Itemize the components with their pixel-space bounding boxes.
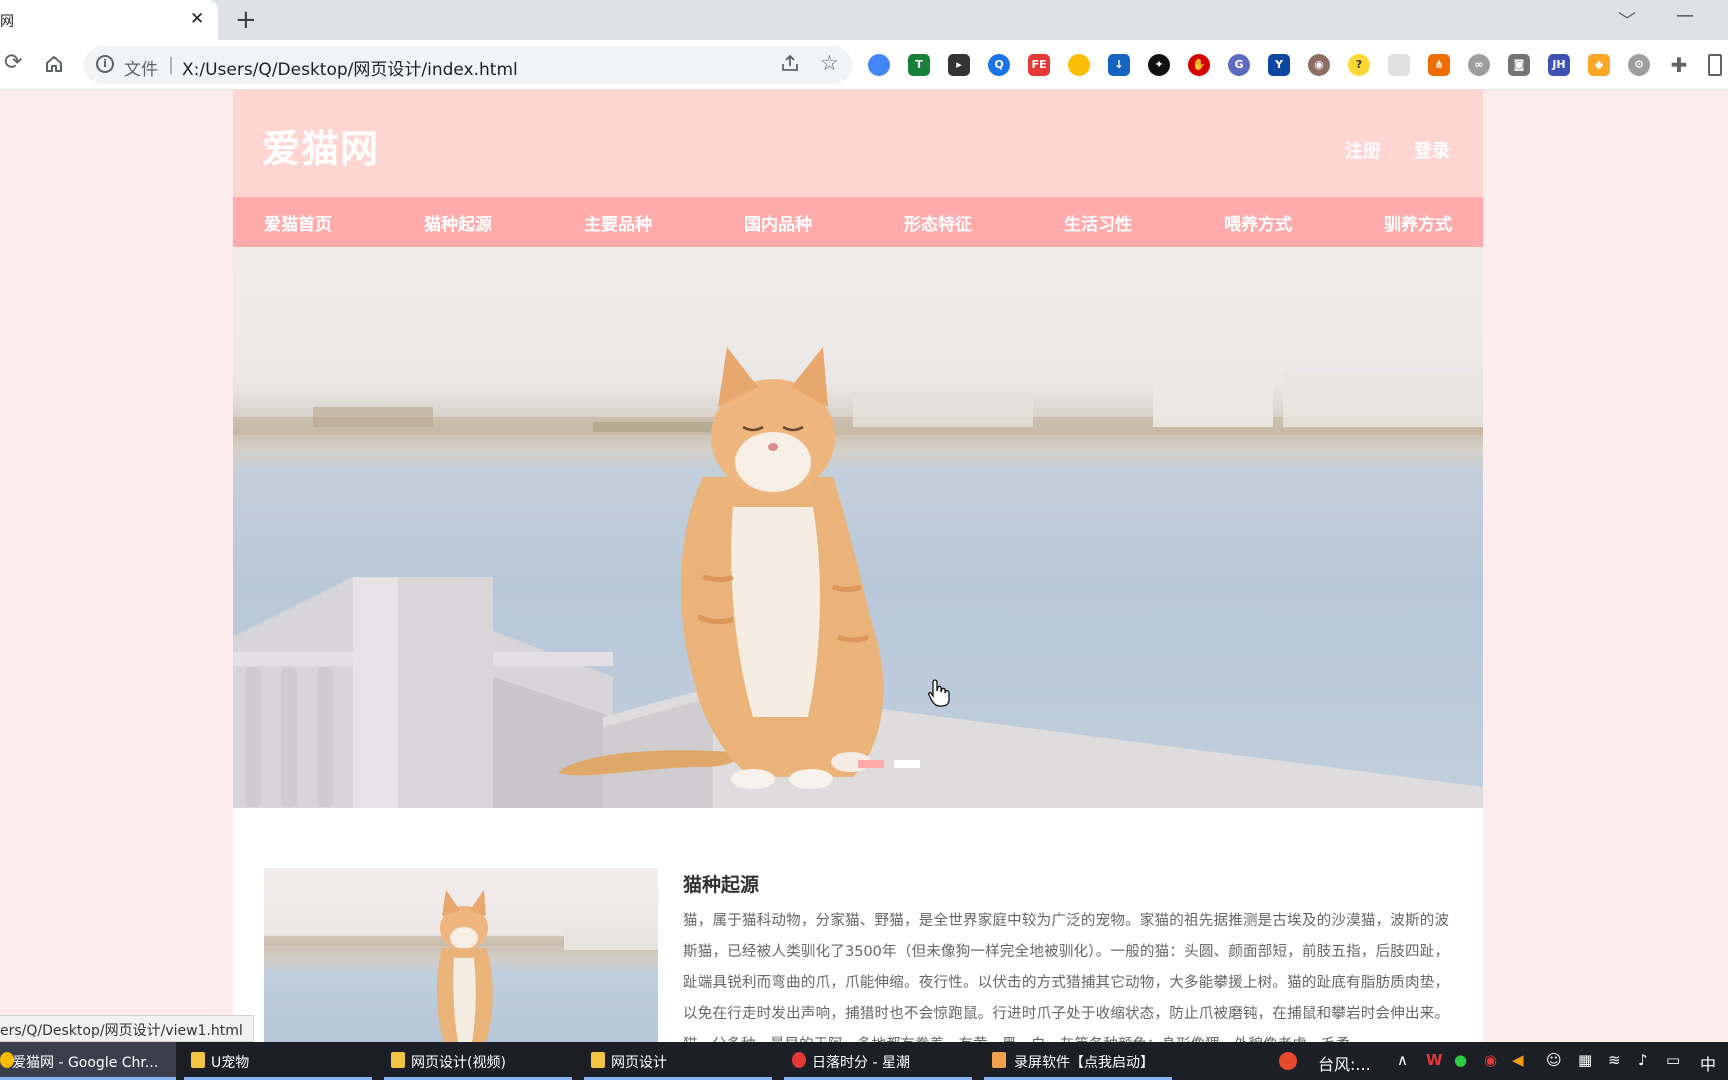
address-bar[interactable]: i 文件 | X:/Users/Q/Desktop/网页设计/index.htm… bbox=[84, 46, 852, 84]
bookmark-star-icon[interactable]: ☆ bbox=[820, 51, 839, 75]
banner-cat-photo bbox=[233, 347, 1483, 808]
taskbar-item-u-pet[interactable]: U宠物 bbox=[184, 1042, 372, 1080]
hand-cursor-icon bbox=[928, 679, 950, 707]
folder-icon bbox=[591, 1052, 605, 1068]
folder-icon bbox=[191, 1052, 205, 1068]
extension-search-icon[interactable]: Q bbox=[988, 54, 1010, 76]
article-body: 猫，属于猫科动物，分家猫、野猫，是全世界家庭中较为广泛的宠物。家猫的祖先据推测是… bbox=[683, 913, 1449, 1042]
login-link[interactable]: 登录 bbox=[1414, 137, 1450, 163]
qq-tray-icon[interactable]: ☺ bbox=[1546, 1051, 1562, 1069]
taskbar-item-web-design[interactable]: 网页设计 bbox=[584, 1042, 772, 1080]
taskbar-label: U宠物 bbox=[211, 1055, 250, 1071]
site-logo[interactable]: 爱猫网 bbox=[262, 118, 379, 173]
share-icon[interactable] bbox=[780, 53, 800, 73]
nav-item-feeding[interactable]: 喂养方式 bbox=[1224, 210, 1292, 235]
extension-dark-icon[interactable]: ▸ bbox=[948, 54, 970, 76]
nav-item-habits[interactable]: 生活习性 bbox=[1064, 210, 1132, 235]
recorder-icon bbox=[992, 1052, 1006, 1068]
home-icon[interactable] bbox=[44, 54, 64, 74]
record-tray-icon[interactable]: ◉ bbox=[1484, 1051, 1497, 1069]
taskbar-item-web-design-video[interactable]: 网页设计(视频) bbox=[384, 1042, 572, 1080]
address-separator: | bbox=[168, 54, 175, 75]
battery-icon[interactable]: ▭ bbox=[1666, 1051, 1680, 1069]
register-link[interactable]: 注册 bbox=[1345, 137, 1381, 163]
close-tab-icon[interactable]: ✕ bbox=[190, 9, 204, 29]
speaker-alert-tray-icon[interactable]: ◀ bbox=[1512, 1051, 1524, 1069]
nav-item-training[interactable]: 驯养方式 bbox=[1384, 210, 1452, 235]
taskbar-label: 录屏软件【点我启动】 bbox=[1014, 1055, 1154, 1071]
extension-tree-icon[interactable]: ⋔ bbox=[1428, 54, 1450, 76]
extension-chrome-icon[interactable] bbox=[868, 54, 890, 76]
extension-owl-icon[interactable]: ◉ bbox=[1308, 54, 1330, 76]
site-info-icon[interactable]: i bbox=[96, 55, 114, 73]
extension-infinity-icon[interactable]: ∞ bbox=[1468, 54, 1490, 76]
new-tab-button[interactable]: + bbox=[235, 5, 257, 35]
nav-item-breeds[interactable]: 主要品种 bbox=[584, 210, 652, 235]
taskbar-label: 日落时分 - 星潮 bbox=[812, 1055, 910, 1071]
nav-item-home[interactable]: 爱猫首页 bbox=[264, 210, 332, 235]
wifi-icon[interactable]: ≋ bbox=[1608, 1051, 1621, 1069]
ime-indicator[interactable]: 中 bbox=[1700, 1051, 1716, 1075]
article-title: 猫种起源 bbox=[683, 874, 760, 896]
browser-tab[interactable]: 网 ✕ bbox=[0, 0, 218, 40]
os-taskbar: 爱猫网 - Google Chr... U宠物 网页设计(视频) 网页设计 日落… bbox=[0, 1042, 1728, 1080]
tab-search-chevron-icon[interactable]: ﹀ bbox=[1618, 7, 1636, 33]
extension-fe-icon[interactable]: FE bbox=[1028, 54, 1050, 76]
taskbar-label: 网页设计 bbox=[611, 1055, 667, 1071]
url-text[interactable]: X:/Users/Q/Desktop/网页设计/index.html bbox=[182, 55, 518, 80]
taskbar-label: 爱猫网 - Google Chr... bbox=[12, 1055, 159, 1071]
weather-app-icon[interactable] bbox=[1279, 1052, 1297, 1070]
taskbar-item-recorder[interactable]: 录屏软件【点我启动】 bbox=[984, 1042, 1172, 1080]
tray-chevron-up-icon[interactable]: ∧ bbox=[1397, 1051, 1408, 1069]
minimize-window-icon[interactable]: — bbox=[1676, 5, 1694, 26]
extension-jh-icon[interactable]: JH bbox=[1548, 54, 1570, 76]
extension-shield-icon[interactable]: T bbox=[908, 54, 930, 76]
extension-blank-icon[interactable] bbox=[1388, 54, 1410, 76]
shortcut-tray-icon[interactable]: ▦ bbox=[1578, 1051, 1592, 1069]
browser-tab-bar: 网 ✕ + ﹀ — bbox=[0, 0, 1728, 40]
wps-tray-icon[interactable]: W bbox=[1426, 1051, 1443, 1069]
taskbar-item-music[interactable]: 日落时分 - 星潮 bbox=[784, 1042, 972, 1080]
nav-item-origin[interactable]: 猫种起源 bbox=[424, 210, 492, 235]
nav-item-domestic-breeds[interactable]: 国内品种 bbox=[744, 210, 812, 235]
extension-y-icon[interactable]: Y bbox=[1268, 54, 1290, 76]
site-header: 爱猫网 注册 登录 bbox=[233, 90, 1483, 197]
folder-icon bbox=[391, 1052, 405, 1068]
tab-title: 网 bbox=[0, 14, 14, 30]
extension-gear-icon[interactable]: ⚙ bbox=[1628, 54, 1650, 76]
carousel-dot-1[interactable] bbox=[858, 760, 884, 768]
nav-item-features[interactable]: 形态特征 bbox=[904, 210, 972, 235]
carousel-dot-2[interactable] bbox=[894, 760, 920, 768]
taskbar-label: 网页设计(视频) bbox=[411, 1055, 506, 1071]
extension-download-icon[interactable]: ↓ bbox=[1108, 54, 1130, 76]
extension-orange-icon[interactable]: ◆ bbox=[1588, 54, 1610, 76]
wechat-tray-icon[interactable]: ● bbox=[1454, 1051, 1467, 1069]
extension-camera-icon[interactable]: ◙ bbox=[1508, 54, 1530, 76]
netease-music-icon bbox=[792, 1052, 806, 1068]
browser-toolbar: ⟳ i 文件 | X:/Users/Q/Desktop/网页设计/index.h… bbox=[0, 40, 1728, 90]
extensions-puzzle-icon[interactable]: ✚ bbox=[1668, 54, 1690, 76]
side-panel-icon[interactable] bbox=[1708, 54, 1722, 76]
file-scheme-label: 文件 bbox=[124, 60, 158, 80]
extension-g-icon[interactable]: G bbox=[1228, 54, 1250, 76]
main-nav: 爱猫首页 猫种起源 主要品种 国内品种 形态特征 生活习性 喂养方式 驯养方式 bbox=[233, 197, 1483, 247]
volume-icon[interactable]: ♪ bbox=[1638, 1051, 1648, 1069]
web-page: 爱猫网 注册 登录 爱猫首页 猫种起源 主要品种 国内品种 形态特征 生活习性 … bbox=[233, 90, 1483, 1042]
reload-icon[interactable]: ⟳ bbox=[4, 51, 22, 75]
status-url-bubble: ers/Q/Desktop/网页设计/view1.html bbox=[0, 1015, 254, 1042]
taskbar-item-chrome[interactable]: 爱猫网 - Google Chr... bbox=[0, 1042, 176, 1080]
extension-adblock-icon[interactable]: ✋ bbox=[1188, 54, 1210, 76]
extension-ai-icon[interactable]: ✦ bbox=[1148, 54, 1170, 76]
extension-yellow-icon[interactable]: ? bbox=[1348, 54, 1370, 76]
banner-carousel[interactable] bbox=[233, 247, 1483, 808]
extension-circle-icon[interactable] bbox=[1068, 54, 1090, 76]
weather-text[interactable]: 台风:... bbox=[1318, 1051, 1371, 1075]
article-cat-image bbox=[264, 868, 658, 1042]
